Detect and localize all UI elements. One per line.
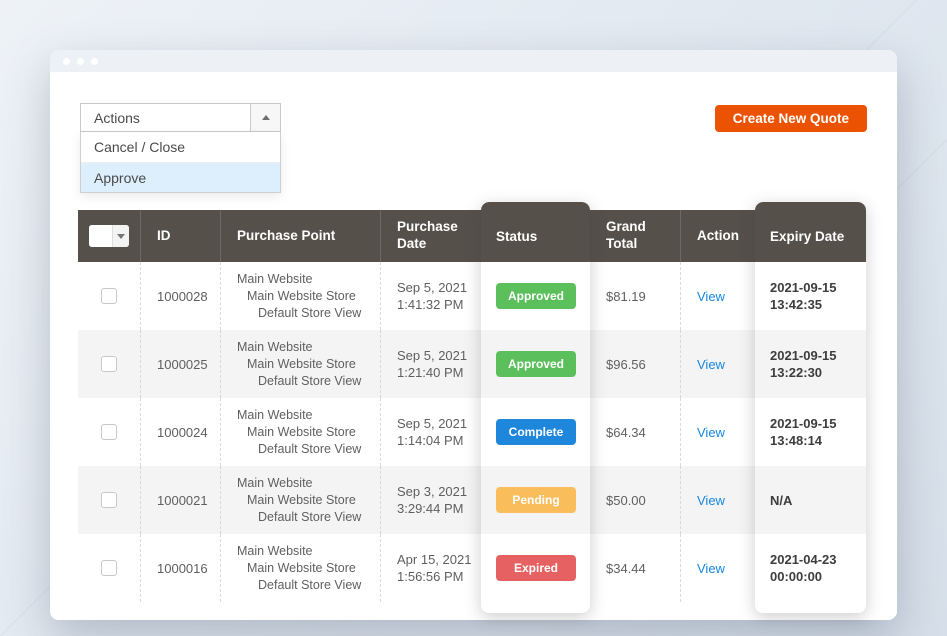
table-row: 1000024 Main WebsiteMain Website StoreDe…: [78, 398, 866, 466]
select-all-chevron[interactable]: [112, 225, 129, 247]
header-grand-total[interactable]: Grand Total: [590, 210, 680, 262]
checkbox-cell: [78, 262, 140, 330]
select-arrow-segment[interactable]: [250, 104, 280, 131]
actions-select-value: Actions: [81, 110, 250, 126]
cell-action: View: [680, 262, 755, 330]
cell-action: View: [680, 534, 755, 602]
row-checkbox[interactable]: [101, 492, 117, 508]
menu-item-approve[interactable]: Approve: [81, 162, 280, 192]
cell-purchase-date: Sep 5, 20211:21:40 PM: [380, 330, 481, 398]
status-badge: Expired: [496, 555, 576, 581]
cell-expiry: 2021-09-1513:48:14: [755, 398, 866, 466]
cell-grand-total: $64.34: [590, 398, 680, 466]
cell-purchase-date: Sep 3, 20213:29:44 PM: [380, 466, 481, 534]
cell-expiry: 2021-04-2300:00:00: [755, 534, 866, 602]
cell-purchase-point: Main WebsiteMain Website StoreDefault St…: [220, 398, 380, 466]
table-row: 1000016 Main WebsiteMain Website StoreDe…: [78, 534, 866, 602]
cell-action: View: [680, 466, 755, 534]
cell-purchase-date: Apr 15, 20211:56:56 PM: [380, 534, 481, 602]
actions-select[interactable]: Actions: [80, 103, 281, 132]
cell-purchase-point: Main WebsiteMain Website StoreDefault St…: [220, 262, 380, 330]
expiry-column-card: Expiry Date 2021-09-1513:42:35 2021-09-1…: [755, 202, 866, 613]
app-window: Actions Cancel / Close Approve Create Ne…: [50, 50, 897, 620]
table-row: 1000021 Main WebsiteMain Website StoreDe…: [78, 466, 866, 534]
row-checkbox[interactable]: [101, 560, 117, 576]
checkbox-cell: [78, 330, 140, 398]
status-badge: Approved: [496, 283, 576, 309]
window-control-dot: [77, 58, 84, 65]
cell-expiry: 2021-09-1513:22:30: [755, 330, 866, 398]
cell-purchase-point: Main WebsiteMain Website StoreDefault St…: [220, 534, 380, 602]
cell-id: 1000028: [140, 262, 220, 330]
table-row: 1000028 Main WebsiteMain Website StoreDe…: [78, 262, 866, 330]
cell-id: 1000025: [140, 330, 220, 398]
header-purchase-date[interactable]: Purchase Date: [380, 210, 481, 262]
status-badge: Complete: [496, 419, 576, 445]
cell-status: Expired: [481, 534, 590, 602]
select-all-cell: [78, 210, 140, 262]
header-id[interactable]: ID: [140, 210, 220, 262]
status-badge: Approved: [496, 351, 576, 377]
chevron-up-icon: [262, 115, 270, 120]
header-status[interactable]: Status: [481, 202, 590, 262]
cell-id: 1000024: [140, 398, 220, 466]
view-link[interactable]: View: [697, 425, 725, 440]
header-purchase-point[interactable]: Purchase Point: [220, 210, 380, 262]
select-all-checkbox[interactable]: [89, 225, 129, 247]
cell-expiry: N/A: [755, 466, 866, 534]
cell-grand-total: $96.56: [590, 330, 680, 398]
cell-id: 1000021: [140, 466, 220, 534]
cell-status: Complete: [481, 398, 590, 466]
cell-grand-total: $50.00: [590, 466, 680, 534]
cell-expiry: 2021-09-1513:42:35: [755, 262, 866, 330]
window-content: Actions Cancel / Close Approve Create Ne…: [50, 72, 897, 620]
create-new-quote-button[interactable]: Create New Quote: [715, 105, 867, 132]
status-column-card: Status Approved Approved Complete Pendin…: [481, 202, 590, 613]
cell-purchase-date: Sep 5, 20211:41:32 PM: [380, 262, 481, 330]
cell-status: Approved: [481, 262, 590, 330]
menu-item-cancel-close[interactable]: Cancel / Close: [81, 132, 280, 162]
header-action[interactable]: Action: [680, 210, 755, 262]
view-link[interactable]: View: [697, 561, 725, 576]
checkbox-cell: [78, 398, 140, 466]
cell-action: View: [680, 330, 755, 398]
chevron-down-icon: [117, 234, 125, 239]
row-checkbox[interactable]: [101, 424, 117, 440]
view-link[interactable]: View: [697, 289, 725, 304]
cell-status: Pending: [481, 466, 590, 534]
actions-dropdown-menu: Cancel / Close Approve: [80, 132, 281, 193]
table-header-row: ID Purchase Point Purchase Date Grand To…: [78, 210, 866, 262]
cell-purchase-point: Main WebsiteMain Website StoreDefault St…: [220, 330, 380, 398]
window-control-dot: [91, 58, 98, 65]
cell-id: 1000016: [140, 534, 220, 602]
header-expiry-date[interactable]: Expiry Date: [755, 202, 866, 262]
table-body: 1000028 Main WebsiteMain Website StoreDe…: [78, 262, 866, 602]
cell-status: Approved: [481, 330, 590, 398]
status-badge: Pending: [496, 487, 576, 513]
view-link[interactable]: View: [697, 357, 725, 372]
view-link[interactable]: View: [697, 493, 725, 508]
select-all-box: [89, 225, 112, 247]
quotes-table: ID Purchase Point Purchase Date Grand To…: [78, 202, 866, 613]
checkbox-cell: [78, 466, 140, 534]
cell-purchase-date: Sep 5, 20211:14:04 PM: [380, 398, 481, 466]
cell-action: View: [680, 398, 755, 466]
checkbox-cell: [78, 534, 140, 602]
window-control-dot: [63, 58, 70, 65]
row-checkbox[interactable]: [101, 356, 117, 372]
window-titlebar: [50, 50, 897, 72]
row-checkbox[interactable]: [101, 288, 117, 304]
cell-grand-total: $81.19: [590, 262, 680, 330]
cell-purchase-point: Main WebsiteMain Website StoreDefault St…: [220, 466, 380, 534]
cell-grand-total: $34.44: [590, 534, 680, 602]
table-row: 1000025 Main WebsiteMain Website StoreDe…: [78, 330, 866, 398]
